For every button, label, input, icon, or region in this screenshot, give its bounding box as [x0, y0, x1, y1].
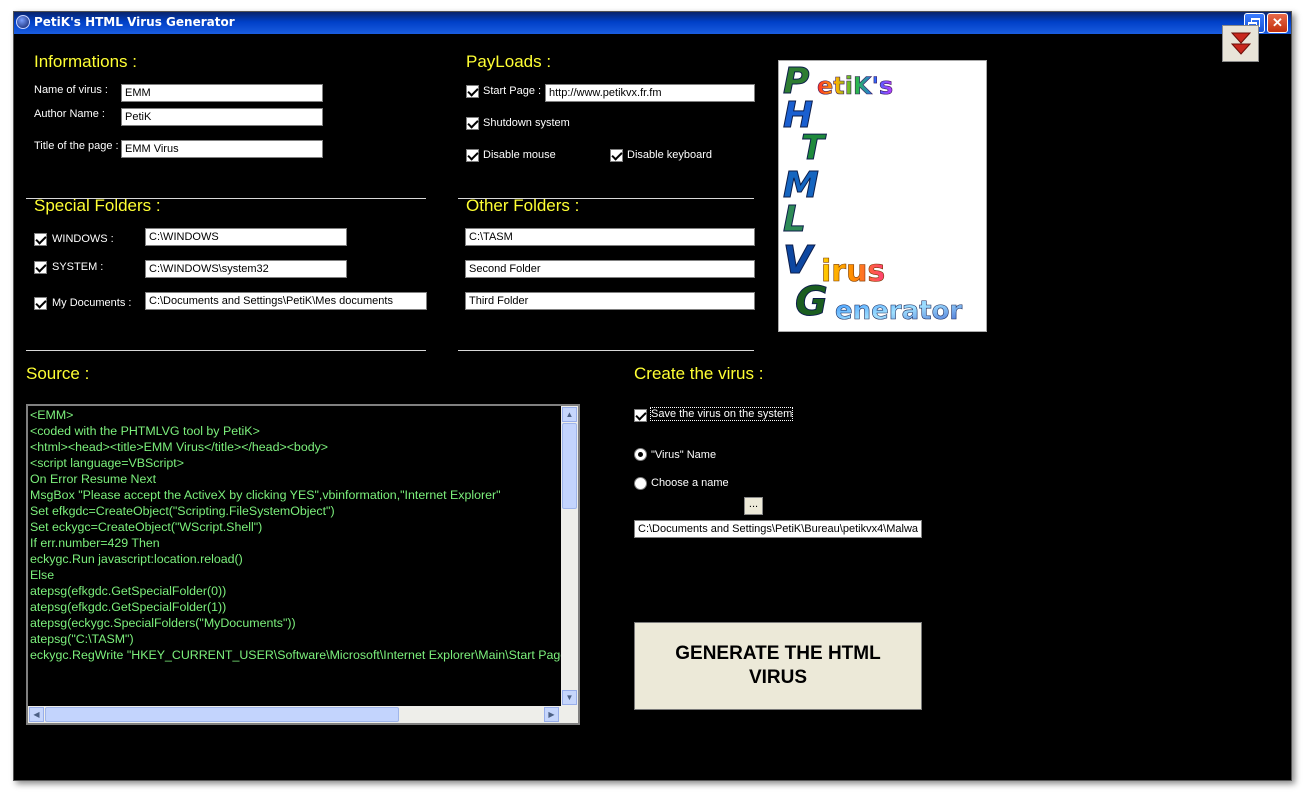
choose-name-radio-label: Choose a name — [651, 477, 729, 489]
author-name-input[interactable]: PetiK — [121, 108, 323, 126]
generate-button-label: GENERATE THE HTML VIRUS — [675, 642, 880, 690]
source-line: eckygc.RegWrite "HKEY_CURRENT_USER\Softw… — [30, 648, 562, 662]
system-folder-input[interactable]: C:\WINDOWS\system32 — [145, 260, 347, 278]
system-folder-checkbox[interactable] — [34, 261, 47, 274]
my-documents-label: My Documents : — [52, 297, 132, 309]
logo-letter: V — [783, 238, 815, 282]
scroll-right-arrow-icon[interactable]: ▶ — [544, 707, 559, 722]
close-icon: ✕ — [1272, 15, 1283, 30]
virus-name-radio-label: "Virus" Name — [651, 449, 717, 461]
logo-generator-text: enerator — [835, 296, 962, 326]
source-heading: Source : — [26, 364, 90, 383]
generate-button[interactable]: GENERATE THE HTML VIRUS — [634, 622, 922, 710]
vertical-scrollbar[interactable]: ▲ ▼ — [561, 406, 578, 706]
author-name-label: Author Name : — [34, 108, 105, 120]
logo-virus-text: irus — [821, 254, 885, 289]
informations-heading: Informations : — [34, 52, 137, 71]
source-line: Set eckygc=CreateObject("WScript.Shell") — [30, 520, 263, 534]
separator — [26, 350, 426, 351]
scroll-down-arrow-icon[interactable]: ▼ — [562, 690, 577, 705]
source-line: Else — [30, 568, 55, 582]
source-line: Set efkgdc=CreateObject("Scripting.FileS… — [30, 504, 335, 518]
window-title: PetiK's HTML Virus Generator — [34, 15, 235, 29]
source-code[interactable]: <EMM> <coded with the PHTMLVG tool by Pet… — [30, 407, 562, 705]
windows-folder-input[interactable]: C:\WINDOWS — [145, 228, 347, 246]
source-line: <EMM> — [30, 408, 74, 422]
page-title-input[interactable]: EMM Virus — [121, 140, 323, 158]
close-button[interactable]: ✕ — [1267, 13, 1288, 33]
logo-letter: L — [783, 199, 806, 240]
start-page-checkbox[interactable] — [466, 85, 479, 98]
app-window: PetiK's HTML Virus Generator ✕ Informati… — [13, 11, 1292, 781]
system-folder-label: SYSTEM : — [52, 261, 104, 273]
source-line: If err.number=429 Then — [30, 536, 160, 550]
disable-keyboard-label: Disable keyboard — [627, 149, 712, 161]
app-icon[interactable] — [16, 15, 30, 29]
other-folder-3-input[interactable]: Third Folder — [465, 292, 755, 310]
start-page-input[interactable]: http://www.petikvx.fr.fm — [545, 84, 755, 102]
windows-folder-checkbox[interactable] — [34, 233, 47, 246]
other-folder-1-input[interactable]: C:\TASM — [465, 228, 755, 246]
title-bar[interactable]: PetiK's HTML Virus Generator ✕ — [14, 12, 1291, 34]
save-virus-checkbox[interactable] — [634, 409, 647, 422]
generate-label-line-1: GENERATE THE HTML — [675, 643, 881, 664]
special-folders-heading: Special Folders : — [34, 196, 161, 215]
disable-mouse-checkbox[interactable] — [466, 149, 479, 162]
save-virus-label: Save the virus on the system — [649, 407, 794, 421]
horizontal-scrollbar[interactable]: ◀ ▶ — [28, 706, 561, 723]
disable-keyboard-checkbox[interactable] — [610, 149, 623, 162]
my-documents-input[interactable]: C:\Documents and Settings\PetiK\Mes docu… — [145, 292, 427, 310]
windows-folder-label: WINDOWS : — [52, 233, 114, 245]
source-line: <html><head><title>EMM Virus</title></he… — [30, 440, 329, 454]
scroll-up-arrow-icon[interactable]: ▲ — [562, 407, 577, 422]
source-line: <coded with the PHTMLVG tool by PetiK> — [30, 424, 260, 438]
source-line: atepsg(eckygc.SpecialFolders("MyDocument… — [30, 616, 296, 630]
generate-label-line-2: VIRUS — [748, 667, 808, 688]
client-area: Informations : Name of virus : EMM Autho… — [14, 34, 1291, 780]
name-of-virus-input[interactable]: EMM — [121, 84, 323, 102]
create-virus-heading: Create the virus : — [634, 364, 764, 383]
source-line: atepsg(efkgdc.GetSpecialFolder(1)) — [30, 600, 227, 614]
browse-button[interactable]: ... — [744, 497, 763, 515]
disable-mouse-label: Disable mouse — [483, 149, 556, 161]
scroll-left-arrow-icon[interactable]: ◀ — [29, 707, 44, 722]
source-line: On Error Resume Next — [30, 472, 157, 486]
source-line: eckygc.Run javascript:location.reload() — [30, 552, 243, 566]
scrollbar-corner — [561, 706, 578, 723]
source-line: atepsg(efkgdc.GetSpecialFolder(0)) — [30, 584, 227, 598]
payloads-heading: PayLoads : — [466, 52, 552, 71]
logo-brand-text: etiK's — [817, 72, 893, 100]
source-textarea[interactable]: <EMM> <coded with the PHTMLVG tool by Pet… — [26, 404, 580, 725]
choose-name-radio[interactable] — [634, 477, 647, 490]
logo-graphic: PHTMLVG etiK's irus enerator — [783, 61, 963, 326]
horizontal-scroll-thumb[interactable] — [45, 707, 399, 722]
logo-letter: T — [801, 128, 827, 168]
output-path-input[interactable]: C:\Documents and Settings\PetiK\Bureau\p… — [634, 520, 922, 538]
other-folder-2-input[interactable]: Second Folder — [465, 260, 755, 278]
other-folders-heading: Other Folders : — [466, 196, 580, 215]
phtmlvg-logo: PHTMLVG etiK's irus enerator — [778, 60, 987, 332]
vertical-scroll-thumb[interactable] — [562, 423, 577, 509]
source-line: <script language=VBScript> — [30, 456, 184, 470]
start-page-label: Start Page : — [483, 85, 542, 97]
name-of-virus-label: Name of virus : — [34, 84, 108, 96]
page-title-label: Title of the page : — [34, 140, 119, 152]
my-documents-checkbox[interactable] — [34, 297, 47, 310]
separator — [458, 350, 754, 351]
source-line: atepsg("C:\TASM") — [30, 632, 134, 646]
source-line: MsgBox "Please accept the ActiveX by cli… — [30, 488, 501, 502]
virus-name-radio[interactable] — [634, 448, 647, 461]
shutdown-checkbox[interactable] — [466, 117, 479, 130]
shutdown-label: Shutdown system — [483, 117, 570, 129]
